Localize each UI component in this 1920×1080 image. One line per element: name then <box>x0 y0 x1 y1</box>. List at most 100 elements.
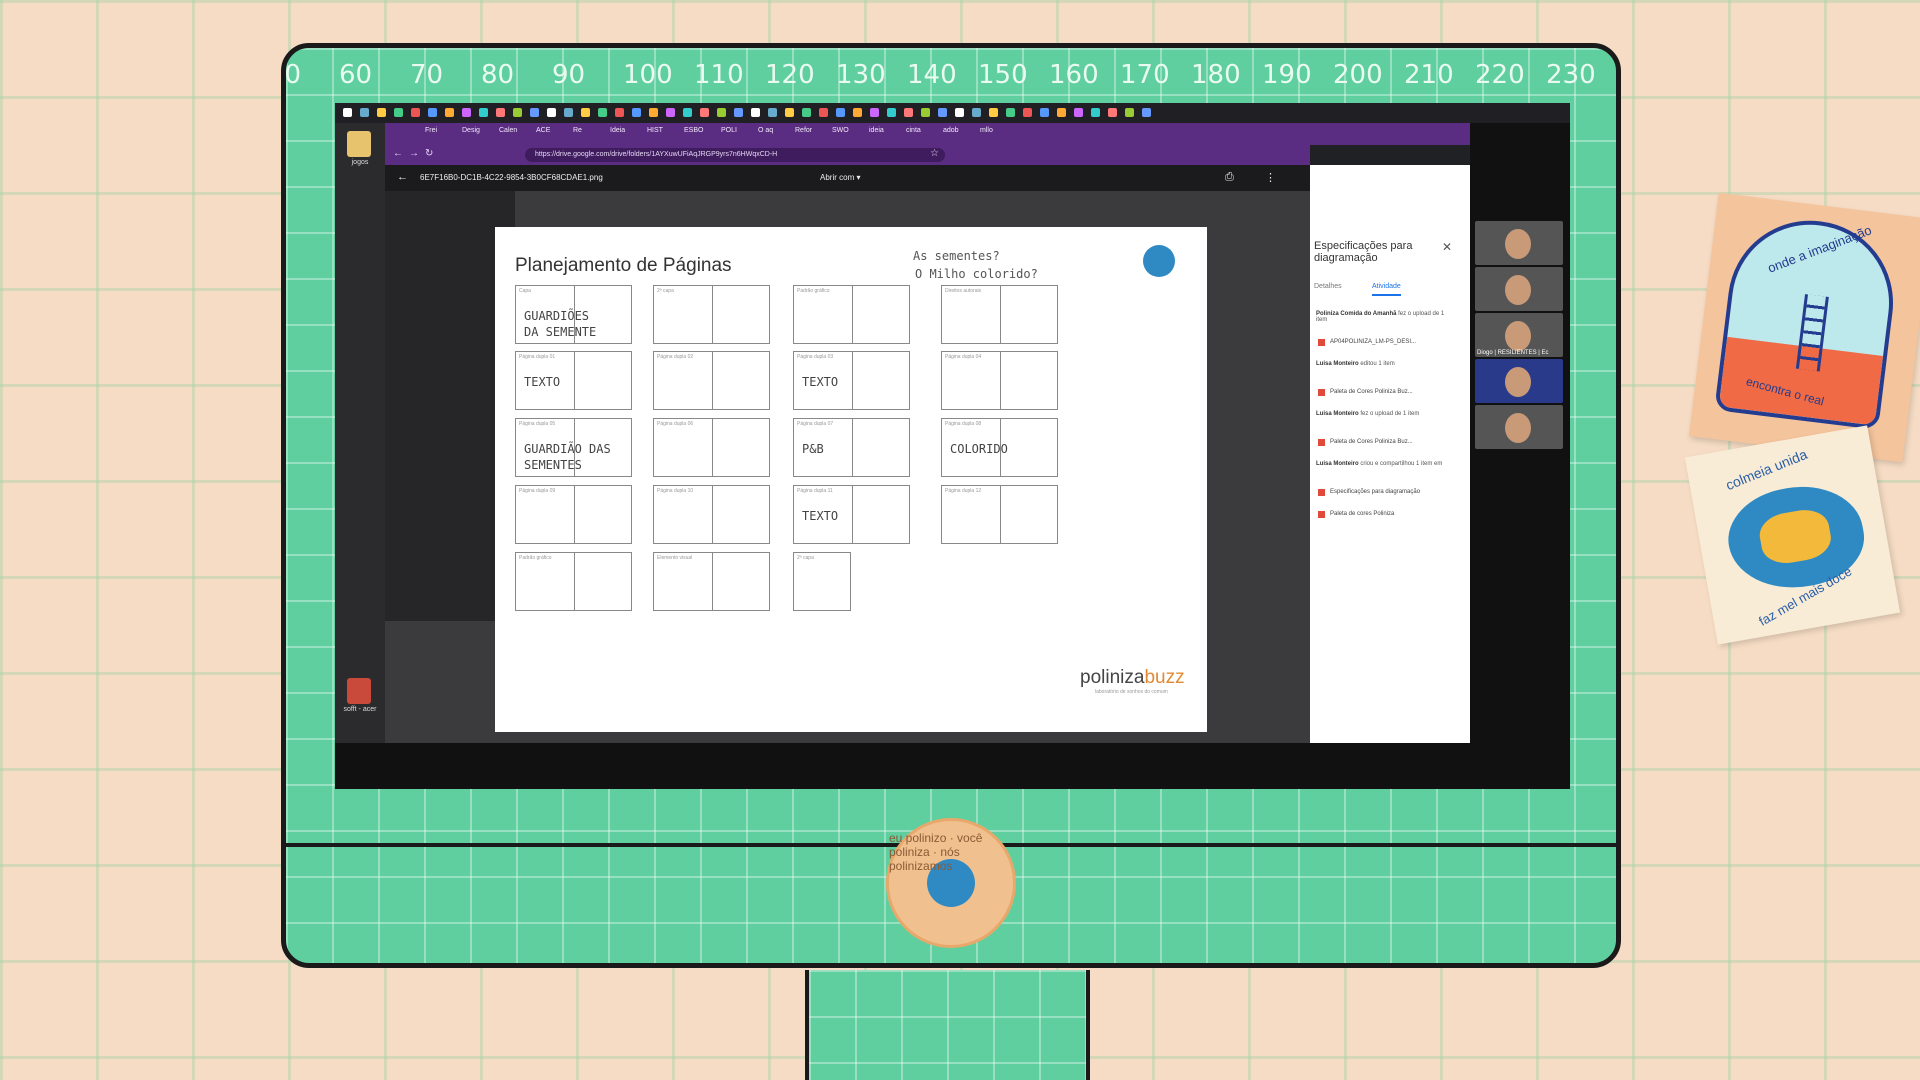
folder-icon[interactable] <box>347 131 371 157</box>
tab-details[interactable]: Detalhes <box>1314 283 1342 290</box>
activity-file[interactable]: Paleta de Cores Poliniza Buz... <box>1330 389 1450 395</box>
taskbar-app-icon[interactable] <box>989 108 998 117</box>
browser-tab[interactable]: ideia <box>869 127 884 141</box>
browser-tab[interactable]: ACE <box>536 127 550 141</box>
browser-tab[interactable]: Calen <box>499 127 517 141</box>
activity-file[interactable]: AP04POLINIZA_LM-PS_DESI... <box>1330 339 1450 345</box>
taskbar-app-icon[interactable] <box>819 108 828 117</box>
taskbar-app-icon[interactable] <box>717 108 726 117</box>
taskbar-app-icon[interactable] <box>581 108 590 117</box>
browser-tab[interactable]: cinta <box>906 127 921 141</box>
browser-tab[interactable]: Ideia <box>610 127 625 141</box>
ruler-tick: 140 <box>907 60 957 90</box>
tab-activity[interactable]: Atividade <box>1372 283 1401 296</box>
taskbar-app-icon[interactable] <box>462 108 471 117</box>
taskbar-app-icon[interactable] <box>343 108 352 117</box>
taskbar-app-icon[interactable] <box>530 108 539 117</box>
browser-tab[interactable]: Frei <box>425 127 437 141</box>
app-icon[interactable] <box>347 678 371 704</box>
participant-avatar <box>1505 229 1531 259</box>
taskbar-app-icon[interactable] <box>1006 108 1015 117</box>
taskbar-app-icon[interactable] <box>802 108 811 117</box>
taskbar-app-icon[interactable] <box>360 108 369 117</box>
browser-tab[interactable]: Desig <box>462 127 480 141</box>
video-tile[interactable] <box>1475 405 1563 449</box>
activity-file[interactable]: Paleta de cores Poliniza <box>1330 511 1450 517</box>
more-icon[interactable]: ⋮ <box>1265 171 1276 184</box>
taskbar-app-icon[interactable] <box>1142 108 1151 117</box>
page-spread-cell: Página dupla 04 <box>941 351 1058 410</box>
taskbar-app-icon[interactable] <box>1023 108 1032 117</box>
taskbar-app-icon[interactable] <box>904 108 913 117</box>
cell-label: Elemento visual <box>657 555 693 561</box>
reload-icon[interactable]: ↻ <box>425 148 433 159</box>
activity-file[interactable]: Paleta de Cores Poliniza Buz... <box>1330 439 1450 445</box>
open-with-button[interactable]: Abrir com ▾ <box>820 173 860 182</box>
taskbar-app-icon[interactable] <box>428 108 437 117</box>
taskbar-app-icon[interactable] <box>411 108 420 117</box>
video-tile[interactable] <box>1475 267 1563 311</box>
taskbar-app-icon[interactable] <box>496 108 505 117</box>
browser-tab[interactable]: O aq <box>758 127 773 141</box>
page-spread-cell: Padrão gráfico <box>793 285 910 344</box>
video-tile[interactable] <box>1475 359 1563 403</box>
taskbar-app-icon[interactable] <box>1091 108 1100 117</box>
taskbar-app-icon[interactable] <box>921 108 930 117</box>
star-icon[interactable]: ☆ <box>930 148 939 159</box>
browser-tab[interactable]: Refor <box>795 127 812 141</box>
taskbar-app-icon[interactable] <box>598 108 607 117</box>
taskbar-app-icon[interactable] <box>649 108 658 117</box>
taskbar-app-icon[interactable] <box>972 108 981 117</box>
taskbar-app-icon[interactable] <box>666 108 675 117</box>
close-preview-icon[interactable]: ← <box>397 171 408 183</box>
drive-preview-bar: ← 6E7F16B0-DC1B-4C22-9854-3B0CF68CDAE1.p… <box>385 165 1310 191</box>
tab-bar: Frei Desig Calen ACE Re Ideia HIST ESBO POLI O aq… <box>385 123 1310 145</box>
taskbar-app-icon[interactable] <box>479 108 488 117</box>
url-input[interactable]: https://drive.google.com/drive/folders/1… <box>525 148 945 162</box>
activity-file[interactable]: Especificações para diagramação <box>1330 489 1450 495</box>
browser-tab[interactable]: mllo <box>980 127 993 141</box>
close-icon[interactable]: ✕ <box>1442 240 1452 254</box>
cell-label: 2ª capa <box>657 288 674 294</box>
taskbar-app-icon[interactable] <box>853 108 862 117</box>
taskbar-app-icon[interactable] <box>394 108 403 117</box>
taskbar-app-icon[interactable] <box>785 108 794 117</box>
taskbar-app-icon[interactable] <box>768 108 777 117</box>
handwritten-note: As sementes? <box>913 249 1000 263</box>
video-tile[interactable] <box>1475 221 1563 265</box>
browser-tab[interactable]: SWO <box>832 127 849 141</box>
back-icon[interactable]: ← <box>393 148 403 159</box>
taskbar-app-icon[interactable] <box>564 108 573 117</box>
taskbar[interactable] <box>335 103 1570 123</box>
taskbar-app-icon[interactable] <box>513 108 522 117</box>
taskbar-app-icon[interactable] <box>751 108 760 117</box>
taskbar-app-icon[interactable] <box>887 108 896 117</box>
taskbar-app-icon[interactable] <box>632 108 641 117</box>
browser-tab[interactable]: adob <box>943 127 959 141</box>
taskbar-app-icon[interactable] <box>1074 108 1083 117</box>
print-icon[interactable]: ⎙ <box>1225 171 1234 184</box>
taskbar-app-icon[interactable] <box>615 108 624 117</box>
taskbar-app-icon[interactable] <box>700 108 709 117</box>
browser-tab[interactable]: HIST <box>647 127 663 141</box>
browser-tab[interactable]: ESBO <box>684 127 703 141</box>
taskbar-app-icon[interactable] <box>377 108 386 117</box>
taskbar-app-icon[interactable] <box>938 108 947 117</box>
taskbar-app-icon[interactable] <box>734 108 743 117</box>
taskbar-app-icon[interactable] <box>1040 108 1049 117</box>
browser-tab[interactable]: POLI <box>721 127 737 141</box>
taskbar-app-icon[interactable] <box>1108 108 1117 117</box>
browser-tab[interactable]: Re <box>573 127 582 141</box>
ruler-tick: 210 <box>1404 60 1454 90</box>
taskbar-app-icon[interactable] <box>1057 108 1066 117</box>
taskbar-app-icon[interactable] <box>836 108 845 117</box>
taskbar-app-icon[interactable] <box>547 108 556 117</box>
video-tile[interactable]: Diogo | RESILIENTES | Ec <box>1475 313 1563 357</box>
taskbar-app-icon[interactable] <box>955 108 964 117</box>
taskbar-app-icon[interactable] <box>445 108 454 117</box>
taskbar-app-icon[interactable] <box>870 108 879 117</box>
taskbar-app-icon[interactable] <box>1125 108 1134 117</box>
activity-entry: Luisa Monteiro fez o upload de 1 item <box>1316 411 1420 417</box>
forward-icon[interactable]: → <box>409 148 419 159</box>
taskbar-app-icon[interactable] <box>683 108 692 117</box>
